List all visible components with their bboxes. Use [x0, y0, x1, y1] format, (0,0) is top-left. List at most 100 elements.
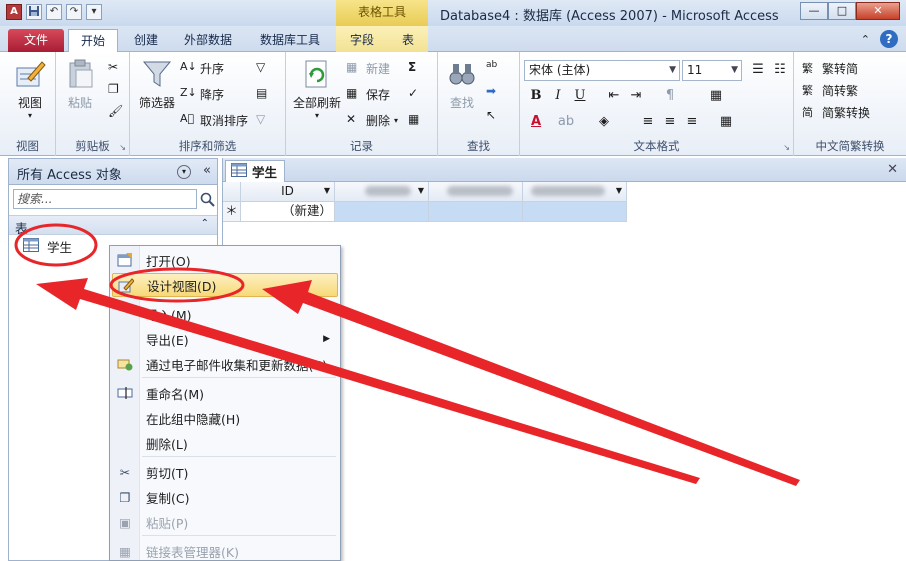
- column-dropdown-icon[interactable]: ▼: [418, 182, 424, 200]
- save-record-button[interactable]: ▦ 保存: [346, 84, 390, 104]
- blurred-text: [365, 186, 411, 196]
- menu-item-design-view[interactable]: 设计视图(D): [112, 273, 338, 297]
- find-button[interactable]: 查找: [444, 58, 480, 111]
- text-format-launcher-icon[interactable]: ↘: [783, 143, 790, 152]
- help-icon[interactable]: ?: [880, 30, 898, 48]
- bullets-icon[interactable]: ☰: [748, 60, 768, 80]
- sort-ascending-button[interactable]: A↓ 升序: [180, 58, 224, 78]
- select-button[interactable]: ↖: [486, 106, 502, 126]
- nav-pane-menu-chevron-icon[interactable]: ▾: [177, 165, 191, 179]
- chinese-convert-button[interactable]: 简简繁转换: [802, 102, 870, 122]
- bold-button[interactable]: B: [526, 86, 546, 106]
- menu-item-paste[interactable]: ▣ 粘贴(P): [112, 510, 338, 534]
- column-header-blurred-1[interactable]: ▼: [335, 182, 429, 202]
- new-row-cell-3[interactable]: [429, 202, 523, 222]
- copy-button[interactable]: ❐: [108, 80, 124, 100]
- document-tab-student[interactable]: 学生: [225, 160, 285, 182]
- nav-pane-collapse-icon[interactable]: «: [203, 163, 211, 178]
- search-icon[interactable]: [199, 189, 217, 209]
- menu-item-cut[interactable]: ✂ 剪切(T): [112, 460, 338, 484]
- save-icon[interactable]: [26, 4, 42, 20]
- close-window-button[interactable]: ✕: [856, 2, 900, 20]
- menu-item-copy[interactable]: ❐ 复制(C): [112, 485, 338, 509]
- column-dropdown-icon[interactable]: ▼: [324, 182, 330, 200]
- tab-database-tools[interactable]: 数据库工具: [248, 29, 332, 52]
- refresh-all-button[interactable]: 全部刷新 ▾: [290, 58, 344, 120]
- cut-button[interactable]: ✂: [108, 58, 124, 78]
- tab-table[interactable]: 表: [390, 29, 426, 52]
- trad-to-simp-button[interactable]: 繁繁转简: [802, 58, 858, 78]
- menu-item-export[interactable]: 导出(E) ▶: [112, 327, 338, 351]
- nav-section-tables[interactable]: 表 ⌃: [9, 215, 217, 236]
- menu-item-rename[interactable]: 重命名(M): [112, 381, 338, 405]
- format-painter-button[interactable]: 🖌: [108, 102, 124, 122]
- minimize-ribbon-icon[interactable]: ⌃: [861, 33, 870, 46]
- column-dropdown-icon[interactable]: ▼: [616, 182, 622, 200]
- nav-search-input[interactable]: 搜索...: [13, 189, 197, 209]
- selection-filter-button[interactable]: ▽: [256, 58, 272, 78]
- decrease-indent-icon[interactable]: ⇤: [604, 86, 624, 106]
- underline-button[interactable]: U: [570, 86, 590, 106]
- new-row-id-cell[interactable]: （新建）: [241, 202, 335, 222]
- new-row-cell-2[interactable]: [335, 202, 429, 222]
- column-header-blurred-2[interactable]: [429, 182, 523, 202]
- tab-fields[interactable]: 字段: [338, 29, 386, 52]
- toggle-filter-button[interactable]: ▽: [256, 110, 272, 130]
- clipboard-launcher-icon[interactable]: ↘: [119, 143, 126, 152]
- align-right-icon[interactable]: ≡: [682, 112, 702, 132]
- numbering-icon[interactable]: ☷: [770, 60, 790, 80]
- font-color-button[interactable]: A: [526, 112, 546, 132]
- text-direction-icon[interactable]: ¶: [660, 86, 680, 106]
- menu-item-open[interactable]: 打开(O): [112, 248, 338, 272]
- new-row-marker[interactable]: ＊: [223, 202, 241, 222]
- align-left-icon[interactable]: ≡: [638, 112, 658, 132]
- new-record-button[interactable]: ▦ 新建: [346, 58, 390, 78]
- menu-item-email-collect[interactable]: 通过电子邮件收集和更新数据(C): [112, 352, 338, 376]
- font-name-select[interactable]: 宋体 (主体) ▼: [524, 60, 680, 81]
- font-size-select[interactable]: 11 ▼: [682, 60, 742, 81]
- access-app-icon[interactable]: A: [6, 4, 22, 20]
- fill-color-icon[interactable]: ◈: [594, 112, 614, 132]
- goto-button[interactable]: ➡: [486, 82, 502, 102]
- tab-create[interactable]: 创建: [122, 29, 170, 52]
- row-selector-header[interactable]: [223, 182, 241, 202]
- menu-item-import[interactable]: 导入(M): [112, 302, 338, 326]
- tab-home[interactable]: 开始: [68, 29, 119, 52]
- highlight-icon[interactable]: ab: [556, 112, 576, 132]
- new-row-cell-4[interactable]: [523, 202, 627, 222]
- menu-item-delete[interactable]: 删除(L): [112, 431, 338, 455]
- customize-qat-chevron-icon[interactable]: ▾: [86, 4, 102, 20]
- sort-descending-button[interactable]: Z↓ 降序: [180, 84, 224, 104]
- italic-button[interactable]: I: [548, 86, 568, 106]
- totals-button[interactable]: Σ: [408, 58, 424, 78]
- undo-icon[interactable]: ↶: [46, 4, 62, 20]
- spelling-button[interactable]: ✓: [408, 84, 424, 104]
- tab-external-data[interactable]: 外部数据: [172, 29, 244, 52]
- more-records-button[interactable]: ▦: [408, 110, 424, 130]
- maximize-button[interactable]: □: [828, 2, 856, 20]
- clear-sort-button[interactable]: A⃠ 取消排序: [180, 110, 248, 130]
- section-collapse-chevron-icon[interactable]: ⌃: [201, 218, 209, 229]
- close-document-icon[interactable]: ✕: [887, 162, 898, 177]
- alternate-row-color-icon[interactable]: ▦: [716, 112, 736, 132]
- minimize-button[interactable]: —: [800, 2, 828, 20]
- simp-to-trad-button[interactable]: 繁简转繁: [802, 80, 858, 100]
- gridlines-icon[interactable]: ▦: [706, 86, 726, 106]
- increase-indent-icon[interactable]: ⇥: [626, 86, 646, 106]
- replace-button[interactable]: ab: [486, 58, 502, 78]
- view-button[interactable]: 视图 ▾: [10, 58, 50, 120]
- filter-button[interactable]: 筛选器: [136, 58, 178, 111]
- column-header-blurred-3[interactable]: ▼: [523, 182, 627, 202]
- delete-record-button[interactable]: ✕ 删除 ▾: [346, 110, 398, 130]
- column-header-id[interactable]: ID ▼: [241, 182, 335, 202]
- menu-item-linked-table-manager[interactable]: ▦ 链接表管理器(K): [112, 539, 338, 561]
- redo-icon[interactable]: ↷: [66, 4, 82, 20]
- hide-icon: [112, 406, 138, 430]
- nav-pane-header[interactable]: 所有 Access 对象 ▾ «: [9, 159, 217, 185]
- menu-item-hide-in-group[interactable]: 在此组中隐藏(H): [112, 406, 338, 430]
- advanced-filter-button[interactable]: ▤: [256, 84, 272, 104]
- nav-item-student-table[interactable]: 学生: [23, 235, 93, 257]
- tab-file[interactable]: 文件: [8, 29, 64, 52]
- align-center-icon[interactable]: ≡: [660, 112, 680, 132]
- paste-button[interactable]: 粘贴: [62, 58, 98, 111]
